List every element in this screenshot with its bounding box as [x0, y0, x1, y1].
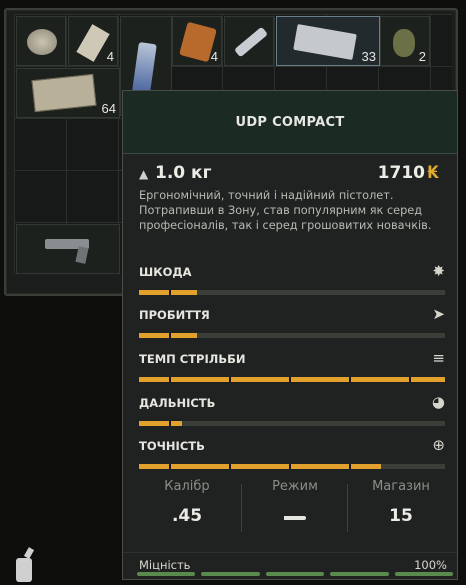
durability-segment [330, 572, 389, 576]
stat-bar [139, 333, 445, 338]
range-icon: ◕ [431, 393, 445, 411]
stat-label: ТОЧНІСТЬ [139, 439, 205, 453]
canned-food-icon [27, 29, 57, 55]
spec-caliber-value: .45 [171, 506, 203, 526]
stat-label: ШКОДА [139, 265, 192, 279]
stat-bar-fill [139, 377, 445, 382]
spec-caliber: Калібр .45 [137, 479, 237, 528]
stat-accuracy: ТОЧНІСТЬ ⊕ [139, 436, 445, 479]
ammo-crate-icon [31, 73, 97, 113]
stat-bar-segment [289, 464, 291, 469]
slot-pistol[interactable] [16, 224, 120, 274]
durability-segment [137, 572, 196, 576]
stat-label: ТЕМП СТРІЛЬБИ [139, 352, 246, 366]
stat-bar-segment [169, 290, 171, 295]
spec-mode-value [245, 506, 345, 528]
stat-label: ПРОБИТТЯ [139, 308, 210, 322]
stat-damage: ШКОДА ✸ [139, 262, 445, 305]
durability-value: 100% [414, 558, 447, 572]
stat-bar [139, 290, 445, 295]
weapon-specs: Калібр .45 Режим Магазин 15 [123, 479, 459, 539]
item-description: Ергономічний, точний і надійний пістолет… [139, 189, 432, 232]
item-weight: 1.0 кг [155, 163, 212, 183]
durability-segment [394, 572, 454, 576]
item-tooltip: UDP COMPACT ▲ 1.0 кг 1710 ₭ Ергономічний… [122, 90, 458, 580]
durability-segment [201, 572, 260, 576]
syringe-icon [233, 26, 269, 58]
stat-bar-segment [349, 464, 351, 469]
spec-magazine: Магазин 15 [351, 479, 451, 528]
stat-bar [139, 421, 445, 426]
stat-bar-segment [169, 377, 171, 382]
currency-icon: ₭ [427, 163, 439, 183]
stat-bar [139, 464, 445, 469]
spec-divider [241, 484, 242, 532]
burst-icon: ✸ [432, 262, 445, 280]
grenade-icon [393, 29, 415, 57]
durability-segment [265, 572, 325, 576]
item-qty: 2 [418, 49, 426, 64]
spray-can-icon[interactable] [10, 547, 40, 582]
bandage-icon [76, 24, 110, 62]
pistol-grip [75, 246, 89, 264]
slot-bandage[interactable]: 4 [68, 16, 118, 66]
weight-icon: ▲ [139, 167, 149, 181]
item-price: 1710 [377, 163, 425, 183]
stat-fire-rate: ТЕМП СТРІЛЬБИ ≡ [139, 349, 445, 392]
stat-bar-segment [289, 377, 291, 382]
slot-syringe[interactable] [224, 16, 274, 66]
spec-magazine-label: Магазин [372, 479, 430, 494]
fire-rate-icon: ≡ [432, 349, 445, 367]
stat-bar-segment [409, 377, 411, 382]
stat-penetration: ПРОБИТТЯ ➤ [139, 305, 445, 348]
stat-bar-segment [169, 464, 171, 469]
ammo-box-icon [293, 23, 357, 61]
slot-ammo-box[interactable]: 33 [276, 16, 380, 66]
spec-divider [347, 484, 348, 532]
penetration-icon: ➤ [432, 305, 445, 323]
slot-ammo-crate[interactable]: 64 [16, 68, 120, 118]
slot-bread[interactable]: 4 [172, 16, 222, 66]
slot-canned-food[interactable] [16, 16, 66, 66]
stat-label: ДАЛЬНІСТЬ [139, 396, 216, 410]
tooltip-header: UDP COMPACT [123, 91, 457, 154]
stat-bar-segment [169, 333, 171, 338]
spec-mode: Режим [245, 479, 345, 528]
stat-range: ДАЛЬНІСТЬ ◕ [139, 393, 445, 436]
crosshair-icon: ⊕ [432, 436, 445, 454]
durability-row: Міцність 100% [123, 552, 457, 579]
item-qty: 33 [361, 49, 376, 64]
item-qty: 4 [210, 49, 218, 64]
stat-bar [139, 377, 445, 382]
slot-grenade[interactable]: 2 [380, 16, 430, 66]
spec-caliber-label: Калібр [164, 479, 210, 494]
durability-label: Міцність [139, 558, 191, 572]
stat-bar-segment [229, 464, 231, 469]
single-shot-icon [284, 516, 306, 520]
stat-bar-segment [349, 377, 351, 382]
stat-bar-fill [139, 421, 182, 426]
durability-bar [137, 572, 454, 576]
item-qty: 4 [106, 49, 114, 64]
stat-bar-segment [169, 421, 171, 426]
stat-bar-segment [229, 377, 231, 382]
stat-bar-fill [139, 464, 381, 469]
item-title: UDP COMPACT [235, 114, 345, 130]
weight-price-row: ▲ 1.0 кг 1710 ₭ [137, 163, 439, 185]
spec-magazine-value: 15 [389, 506, 413, 526]
item-qty: 64 [101, 101, 116, 116]
spec-mode-label: Режим [272, 479, 318, 494]
